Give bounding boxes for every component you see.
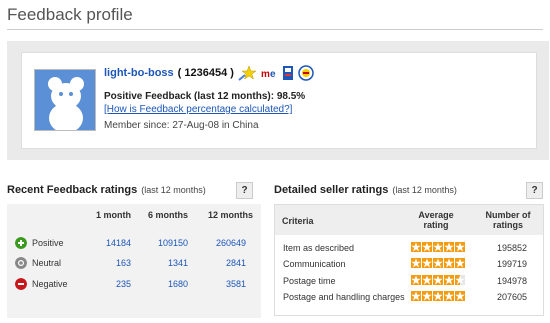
svg-text:m: m (261, 69, 270, 79)
bear-avatar-icon (35, 70, 95, 130)
me-icon[interactable]: m e (259, 67, 278, 79)
table-row: Neutral 163 1341 2841 (7, 254, 261, 274)
star-icon (455, 275, 465, 285)
feedback-calc-link[interactable]: [How is Feedback percentage calculated?] (104, 104, 292, 115)
star-icon (411, 275, 421, 285)
star-rating (411, 275, 465, 285)
rating-count: 195852 (497, 243, 528, 253)
rating-count: 207605 (497, 292, 528, 302)
avatar (34, 69, 96, 131)
recent-help-button[interactable]: ? (236, 182, 253, 199)
negative-6-months[interactable]: 1680 (135, 279, 188, 289)
star-icon (422, 291, 432, 301)
star-icon (433, 242, 443, 252)
star-icon (411, 258, 421, 268)
detailed-help-button[interactable]: ? (526, 182, 543, 199)
table-row: Negative 235 1680 3581 (7, 275, 261, 295)
criteria-label: Postage time (283, 276, 336, 286)
table-row: Communication 199719 (275, 256, 543, 272)
neutral-12-months[interactable]: 2841 (193, 258, 246, 268)
negative-1-month[interactable]: 235 (80, 279, 131, 289)
feedback-score: ( 1236454 ) (177, 67, 234, 79)
positive-6-months[interactable]: 109150 (135, 238, 188, 248)
rating-count: 199719 (497, 259, 528, 269)
star-icon (422, 258, 432, 268)
criteria-label: Communication (283, 259, 346, 269)
title-divider (7, 29, 543, 30)
user-line: light-bo-boss ( 1236454 ) m e (104, 64, 314, 82)
col-number-of-ratings: Number of ratings (485, 210, 531, 230)
star-icon (433, 291, 443, 301)
criteria-label: Postage and handling charges (283, 292, 405, 302)
star-icon (444, 291, 454, 301)
col-criteria: Criteria (282, 216, 314, 226)
table-row: Postage time 194978 (275, 273, 543, 289)
star-icon (422, 242, 432, 252)
star-icon (455, 291, 465, 301)
top-rated-seller-icon[interactable] (298, 65, 314, 81)
table-row: Postage and handling charges 207605 (275, 289, 543, 305)
col-1-month: 1 month (96, 210, 131, 220)
star-rating (411, 258, 465, 268)
page-title: Feedback profile (7, 5, 133, 24)
star-icon (433, 258, 443, 268)
positive-feedback-percent: Positive Feedback (last 12 months): 98.5… (104, 91, 306, 102)
table-row: Item as described 195852 (275, 240, 543, 256)
negative-12-months[interactable]: 3581 (193, 279, 246, 289)
rating-count: 194978 (497, 276, 528, 286)
shooting-star-icon[interactable] (238, 64, 256, 82)
col-12-months: 12 months (207, 210, 253, 220)
minus-icon (15, 278, 27, 290)
row-label: Neutral (32, 258, 62, 268)
member-since: Member since: 27-Aug-08 in China (104, 120, 259, 131)
detailed-ratings-title: Detailed seller ratings (last 12 months) (274, 184, 457, 196)
plus-icon (15, 237, 27, 249)
star-icon (455, 258, 465, 268)
col-average-rating: Average rating (418, 210, 454, 230)
neutral-6-months[interactable]: 1341 (135, 258, 188, 268)
neutral-icon (15, 257, 27, 269)
star-icon (411, 291, 421, 301)
power-seller-icon[interactable] (282, 65, 294, 81)
neutral-1-month[interactable]: 163 (80, 258, 131, 268)
row-label: Negative (32, 279, 68, 289)
positive-1-month[interactable]: 14184 (80, 238, 131, 248)
feedback-profile-page: Feedback profile light-bo-boss ( 1236454… (0, 0, 550, 323)
star-icon (444, 258, 454, 268)
star-icon (422, 275, 432, 285)
username-link[interactable]: light-bo-boss (104, 67, 174, 79)
positive-12-months[interactable]: 260649 (193, 238, 246, 248)
table-row: Positive 14184 109150 260649 (7, 234, 261, 254)
star-icon (411, 242, 421, 252)
star-icon (444, 275, 454, 285)
star-rating (411, 291, 465, 301)
star-icon (433, 275, 443, 285)
star-icon (444, 242, 454, 252)
row-label: Positive (32, 238, 64, 248)
svg-text:e: e (270, 69, 276, 79)
star-icon (455, 242, 465, 252)
criteria-label: Item as described (283, 243, 355, 253)
col-6-months: 6 months (147, 210, 188, 220)
recent-ratings-title: Recent Feedback ratings (last 12 months) (7, 184, 206, 196)
star-rating (411, 242, 465, 252)
